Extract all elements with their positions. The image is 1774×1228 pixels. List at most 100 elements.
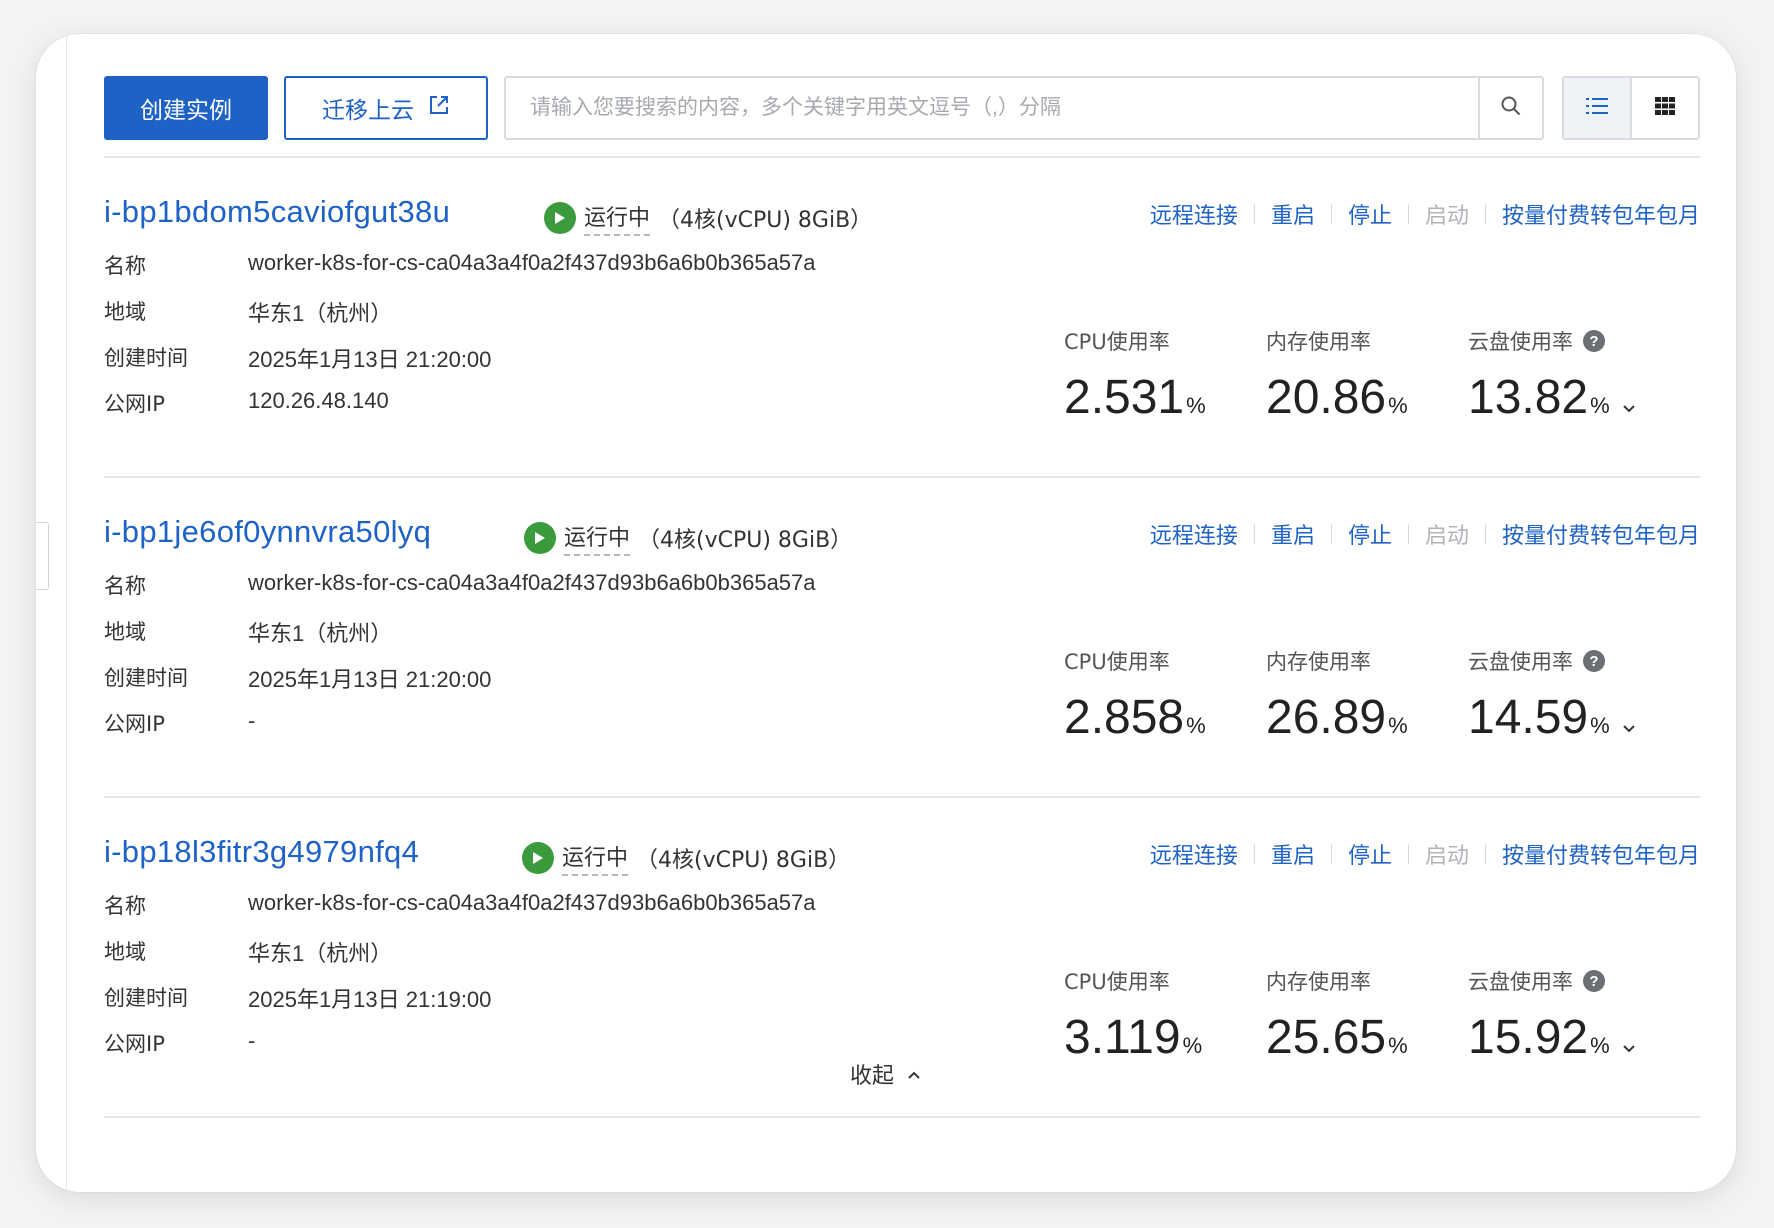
memory-label: 内存使用率	[1266, 650, 1371, 674]
instance-id-link[interactable]: i-bp1je6of0ynnvra50lyq	[104, 514, 431, 550]
usage-metrics: CPU使用率 2.858% 内存使用率 26.89% 云盘使用率? 14.59%	[1064, 646, 1670, 745]
name-label: 名称	[104, 254, 146, 278]
help-icon[interactable]: ?	[1583, 650, 1605, 672]
instance-actions: 远程连接 重启 停止 启动 按量付费转包年包月	[1150, 518, 1700, 550]
instance-spec: （4核(vCPU) 8GiB）	[658, 208, 873, 233]
public-ip-label: 公网IP	[104, 392, 165, 416]
name-value: worker-k8s-for-cs-ca04a3a4f0a2f437d93b6a…	[248, 250, 816, 275]
created-label: 创建时间	[104, 346, 188, 370]
restart-link[interactable]: 重启	[1271, 518, 1315, 550]
stop-link[interactable]: 停止	[1348, 838, 1392, 870]
action-separator	[1330, 204, 1332, 224]
memory-label: 内存使用率	[1266, 970, 1371, 994]
chevron-down-icon[interactable]	[1622, 1010, 1636, 1065]
cpu-metric: CPU使用率 3.119%	[1064, 966, 1266, 1065]
created-value: 2025年1月13日 21:20:00	[248, 347, 492, 372]
search-button[interactable]	[1478, 78, 1542, 138]
action-separator	[1484, 524, 1486, 544]
running-status-icon	[522, 842, 554, 874]
create-instance-label: 创建实例	[140, 98, 232, 124]
created-row: 创建时间 2025年1月13日 21:20:00	[104, 662, 491, 694]
region-label: 地域	[104, 620, 146, 644]
memory-value: 26.89	[1266, 691, 1387, 744]
chevron-down-icon[interactable]	[1622, 690, 1636, 745]
created-label: 创建时间	[104, 986, 188, 1010]
cpu-value: 2.858	[1064, 691, 1185, 744]
start-link: 启动	[1424, 204, 1469, 229]
stop-link[interactable]: 停止	[1348, 198, 1392, 230]
list-view-button[interactable]	[1564, 78, 1632, 138]
percent-unit: %	[1388, 393, 1408, 418]
running-status-icon	[524, 522, 556, 554]
disk-metric: 云盘使用率? 13.82%	[1468, 326, 1670, 425]
sidebar-toggle-handle[interactable]	[36, 522, 49, 590]
search-box	[504, 76, 1544, 140]
public-ip-value: -	[248, 708, 256, 733]
percent-unit: %	[1186, 393, 1206, 418]
public-ip-label: 公网IP	[104, 1032, 165, 1056]
usage-metrics: CPU使用率 3.119% 内存使用率 25.65% 云盘使用率? 15.92%	[1064, 966, 1670, 1065]
action-separator	[1253, 524, 1255, 544]
convert-billing-link[interactable]: 按量付费转包年包月	[1502, 198, 1700, 230]
sidebar-rail	[66, 34, 67, 1192]
remote-connect-link[interactable]: 远程连接	[1150, 518, 1238, 550]
chevron-down-icon[interactable]	[1622, 370, 1636, 425]
instance-actions: 远程连接 重启 停止 启动 按量付费转包年包月	[1150, 198, 1700, 230]
cpu-label: CPU使用率	[1064, 970, 1170, 994]
restart-link[interactable]: 重启	[1271, 838, 1315, 870]
region-row: 地域 华东1（杭州）	[104, 296, 392, 328]
instance-list-panel: 创建实例 迁移上云 请输入您要搜索的内容，多个关键字用英文逗号（,）分隔 i-b…	[104, 76, 1700, 1118]
created-value: 2025年1月13日 21:19:00	[248, 987, 492, 1012]
grid-view-button[interactable]	[1632, 78, 1698, 138]
memory-value: 20.86	[1266, 371, 1387, 424]
name-row: 名称 worker-k8s-for-cs-ca04a3a4f0a2f437d93…	[104, 250, 816, 280]
name-row: 名称 worker-k8s-for-cs-ca04a3a4f0a2f437d93…	[104, 570, 816, 600]
instance-card: i-bp1bdom5caviofgut38u 运行中 （4核(vCPU) 8Gi…	[104, 158, 1700, 478]
action-separator	[1407, 844, 1409, 864]
action-separator	[1253, 204, 1255, 224]
help-icon[interactable]: ?	[1583, 970, 1605, 992]
action-separator	[1484, 204, 1486, 224]
created-row: 创建时间 2025年1月13日 21:20:00	[104, 342, 491, 374]
restart-link[interactable]: 重启	[1271, 198, 1315, 230]
status-text[interactable]: 运行中	[564, 520, 631, 556]
toolbar: 创建实例 迁移上云	[104, 76, 1700, 140]
collapse-button[interactable]: 收起	[36, 1058, 1736, 1090]
cpu-label: CPU使用率	[1064, 650, 1170, 674]
cpu-value: 2.531	[1064, 371, 1185, 424]
public-ip-row: 公网IP -	[104, 1028, 255, 1058]
instance-card: i-bp1je6of0ynnvra50lyq 运行中 （4核(vCPU) 8Gi…	[104, 478, 1700, 798]
status-text[interactable]: 运行中	[584, 200, 651, 236]
search-icon	[1500, 95, 1522, 121]
public-ip-label: 公网IP	[104, 712, 165, 736]
disk-label: 云盘使用率	[1468, 330, 1573, 354]
status-text[interactable]: 运行中	[562, 840, 629, 876]
created-row: 创建时间 2025年1月13日 21:19:00	[104, 982, 491, 1014]
memory-metric: 内存使用率 26.89%	[1266, 646, 1468, 745]
instance-status: 运行中 （4核(vCPU) 8GiB）	[544, 200, 872, 236]
region-value: 华东1（杭州）	[248, 621, 393, 646]
instance-spec: （4核(vCPU) 8GiB）	[636, 848, 851, 873]
running-status-icon	[544, 202, 576, 234]
start-link: 启动	[1424, 524, 1469, 549]
collapse-label: 收起	[849, 1064, 894, 1089]
chevron-up-icon	[906, 1062, 922, 1087]
public-ip-value: -	[248, 1028, 256, 1053]
remote-connect-link[interactable]: 远程连接	[1150, 198, 1238, 230]
region-label: 地域	[104, 300, 146, 324]
create-instance-button[interactable]: 创建实例	[104, 76, 268, 140]
convert-billing-link[interactable]: 按量付费转包年包月	[1502, 838, 1700, 870]
instance-id-link[interactable]: i-bp18l3fitr3g4979nfq4	[104, 834, 419, 870]
stop-link[interactable]: 停止	[1348, 518, 1392, 550]
disk-metric: 云盘使用率? 15.92%	[1468, 966, 1670, 1065]
disk-value: 14.59	[1468, 691, 1589, 744]
instance-status: 运行中 （4核(vCPU) 8GiB）	[522, 840, 850, 876]
instance-id-link[interactable]: i-bp1bdom5caviofgut38u	[104, 194, 450, 230]
convert-billing-link[interactable]: 按量付费转包年包月	[1502, 518, 1700, 550]
name-label: 名称	[104, 574, 146, 598]
help-icon[interactable]: ?	[1583, 330, 1605, 352]
search-input[interactable]	[506, 78, 1478, 138]
remote-connect-link[interactable]: 远程连接	[1150, 838, 1238, 870]
migrate-to-cloud-button[interactable]: 迁移上云	[284, 76, 488, 140]
public-ip-row: 公网IP -	[104, 708, 255, 738]
